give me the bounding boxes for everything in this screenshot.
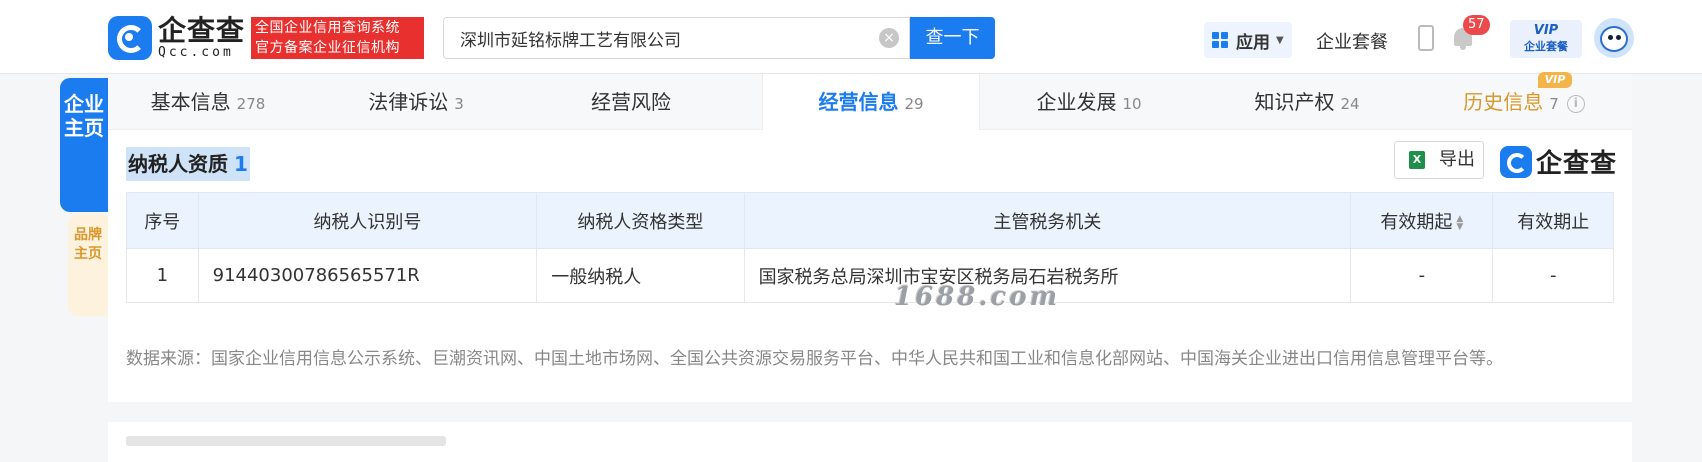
cell-valid-to: - <box>1492 248 1614 303</box>
app-grid-icon <box>1212 32 1228 48</box>
export-label: 导出 <box>1439 149 1475 170</box>
tab-operating-risk[interactable]: 经营风险 <box>524 74 744 130</box>
search-button[interactable]: 查一下 <box>910 17 995 59</box>
cell-valid-from: - <box>1350 248 1494 303</box>
tab-legal[interactable]: 法律诉讼 3 <box>308 74 524 130</box>
tab-history[interactable]: 历史信息 7 i <box>1416 74 1632 130</box>
main-card: 基本信息 278 法律诉讼 3 经营风险 经营信息 29 企业发展 10 知识产权 24 … <box>108 72 1632 402</box>
export-button[interactable]: X 导出 <box>1394 141 1484 179</box>
app-menu-label: 应用 <box>1236 32 1270 53</box>
excel-icon: X <box>1409 151 1425 169</box>
chevron-down-icon: ▼ <box>1276 34 1284 46</box>
search-input[interactable] <box>444 18 844 58</box>
tab-operating-info[interactable]: 经营信息 29 <box>762 74 980 130</box>
notification-badge: 57 <box>1463 15 1490 35</box>
side-tab-brand-home[interactable]: 品牌主页 <box>68 214 108 316</box>
vip-label: VIP <box>1533 23 1559 38</box>
vip-subtitle: 企业套餐 <box>1524 40 1568 53</box>
section-title: 纳税人资质 1 <box>126 147 250 181</box>
qcc-logo-icon <box>108 16 152 60</box>
taxpayer-table: 序号 纳税人识别号 纳税人资格类型 主管税务机关 有效期起 ▲ ▼ 有效期止 1 9… <box>126 192 1614 303</box>
info-icon[interactable]: i <box>1566 94 1585 113</box>
slogan-line-1: 全国企业信用查询系统 <box>255 20 400 36</box>
mobile-phone-icon[interactable] <box>1418 25 1434 51</box>
tab-intellectual-property[interactable]: 知识产权 24 <box>1198 74 1416 130</box>
slogan-line-2: 官方备案企业征信机构 <box>255 40 400 56</box>
col-index: 序号 <box>126 192 199 249</box>
col-valid-to: 有效期止 <box>1492 192 1614 249</box>
tab-development[interactable]: 企业发展 10 <box>980 74 1198 130</box>
qcc-logo[interactable]: 企查查 Qcc.com <box>108 16 245 60</box>
table-row: 1 91440300786565571R 一般纳税人 国家税务总局深圳市宝安区税… <box>126 248 1614 303</box>
slogan-banner: 全国企业信用查询系统 官方备案企业征信机构 <box>251 17 424 59</box>
cell-index: 1 <box>126 248 199 303</box>
enterprise-package-link[interactable]: 企业套餐 <box>1316 28 1388 54</box>
qcc-logo-icon <box>1500 145 1532 178</box>
avatar[interactable] <box>1594 18 1634 58</box>
sort-icon[interactable]: ▲ ▼ <box>1456 214 1463 231</box>
vip-tag: VIP <box>1538 72 1572 88</box>
section-count: 1 <box>234 152 248 176</box>
brand-name: 企查查 <box>1536 149 1618 179</box>
top-header: 企查查 Qcc.com 全国企业信用查询系统 官方备案企业征信机构 × 查一下 … <box>0 0 1702 74</box>
tab-basic-info[interactable]: 基本信息 278 <box>108 74 308 130</box>
logo-en-text: Qcc.com <box>158 45 234 60</box>
cell-taxpayer-id: 91440300786565571R <box>197 248 538 303</box>
col-taxpayer-id: 纳税人识别号 <box>197 192 538 249</box>
search-box: × <box>443 17 910 59</box>
logo-cn-text: 企查查 <box>158 14 246 47</box>
side-tab-company-home[interactable]: 企业主页 <box>60 78 108 212</box>
col-taxpayer-type: 纳税人资格类型 <box>536 192 745 249</box>
col-valid-from[interactable]: 有效期起 ▲ ▼ <box>1350 192 1494 249</box>
clear-icon[interactable]: × <box>879 28 899 48</box>
watermark: 1688.com <box>894 282 1061 312</box>
app-menu-button[interactable]: 应用 ▼ <box>1204 22 1292 58</box>
tab-bar: 基本信息 278 法律诉讼 3 经营风险 经营信息 29 企业发展 10 知识产权 24 … <box>108 72 1632 130</box>
table-header-row: 序号 纳税人识别号 纳税人资格类型 主管税务机关 有效期起 ▲ ▼ 有效期止 <box>126 192 1614 249</box>
next-section-card <box>108 422 1632 462</box>
qcc-brand-logo: 企查查 <box>1500 143 1617 180</box>
cell-taxpayer-type: 一般纳税人 <box>536 248 745 303</box>
col-tax-authority: 主管税务机关 <box>743 192 1352 249</box>
vip-button[interactable]: VIP 企业套餐 <box>1510 20 1582 58</box>
data-source-note: 数据来源：国家企业信用信息公示系统、巨潮资讯网、中国土地市场网、全国公共资源交易… <box>126 349 1503 369</box>
